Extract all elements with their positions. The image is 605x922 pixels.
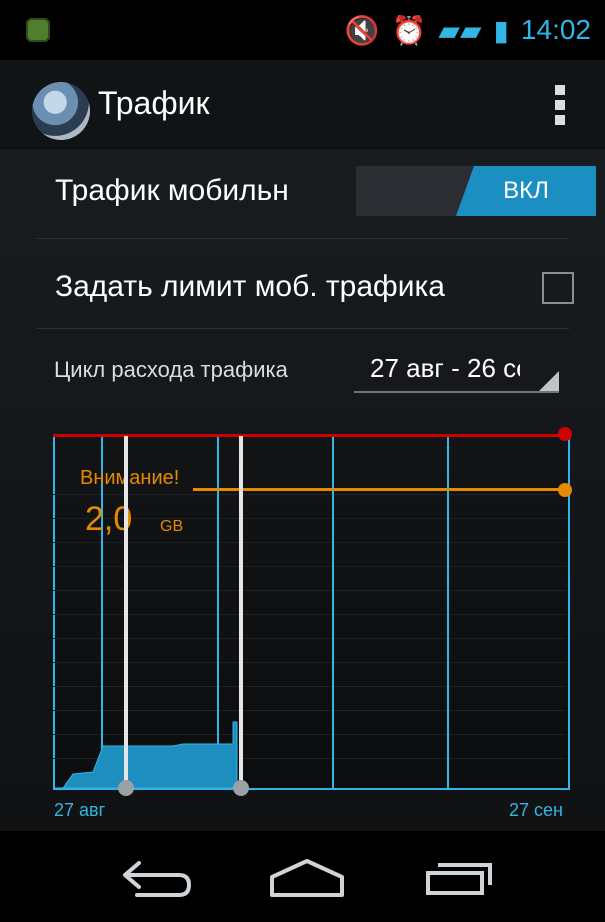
sweep-start-line[interactable] — [124, 436, 128, 788]
status-bar: 🔇 ⏰ ▰▰ ▮ 14:02 — [0, 0, 605, 60]
main-content: Трафик Трафик мобильн ВКЛ Задать лимит м… — [0, 60, 605, 831]
status-icons: 🔇 ⏰ ▰▰ ▮ 14:02 — [345, 12, 591, 48]
signal-icon: ▰▰ — [438, 14, 482, 46]
limit-label: Задать лимит моб. трафика — [55, 270, 445, 303]
usage-area — [53, 721, 238, 788]
battery-icon: ▮ — [493, 14, 509, 46]
app-icon — [26, 18, 50, 42]
page-title: Трафик — [98, 85, 210, 121]
sweep-end-handle[interactable] — [233, 780, 249, 796]
alarm-icon: ⏰ — [391, 14, 427, 46]
mobile-traffic-label: Трафик мобильн — [55, 174, 289, 207]
x-label-end: 27 сен — [509, 800, 563, 820]
back-button[interactable] — [115, 855, 205, 899]
overflow-menu-icon[interactable] — [555, 85, 567, 125]
recent-apps-icon — [426, 863, 492, 895]
recent-apps-button[interactable] — [410, 855, 500, 899]
action-bar: Трафик — [0, 60, 605, 149]
screen: 🔇 ⏰ ▰▰ ▮ 14:02 Трафик Трафик мобильн ВКЛ — [0, 0, 605, 922]
home-icon — [270, 859, 344, 897]
cycle-label: Цикл расхода трафика — [54, 357, 288, 382]
dropdown-arrow-icon — [539, 371, 559, 391]
cycle-select[interactable]: 27 авг - 26 сен — [354, 345, 559, 393]
menu-dot — [555, 100, 565, 110]
back-icon — [123, 861, 192, 897]
mobile-traffic-row[interactable]: Трафик мобильн ВКЛ — [36, 166, 596, 216]
cycle-value: 27 авг - 26 сен — [370, 353, 520, 383]
menu-dot — [555, 115, 565, 125]
toggle-on-label: ВКЛ — [456, 166, 596, 216]
sweep-start-handle[interactable] — [118, 780, 134, 796]
settings-icon — [32, 82, 90, 140]
usage-path — [53, 721, 238, 788]
limit-row[interactable]: Задать лимит моб. трафика — [36, 270, 574, 312]
divider — [36, 328, 569, 329]
x-label-start: 27 авг — [54, 800, 106, 820]
sweep-end-line[interactable] — [239, 436, 243, 788]
mute-icon: 🔇 — [344, 14, 380, 46]
mobile-data-toggle[interactable]: ВКЛ — [356, 166, 596, 216]
status-time: 14:02 — [520, 14, 591, 45]
navigation-bar — [0, 831, 605, 922]
menu-dot — [555, 85, 565, 95]
home-button[interactable] — [262, 855, 352, 899]
limit-checkbox[interactable] — [542, 272, 574, 304]
divider — [36, 238, 569, 239]
usage-chart[interactable]: Внимание! 2,0 GB — [53, 427, 572, 796]
